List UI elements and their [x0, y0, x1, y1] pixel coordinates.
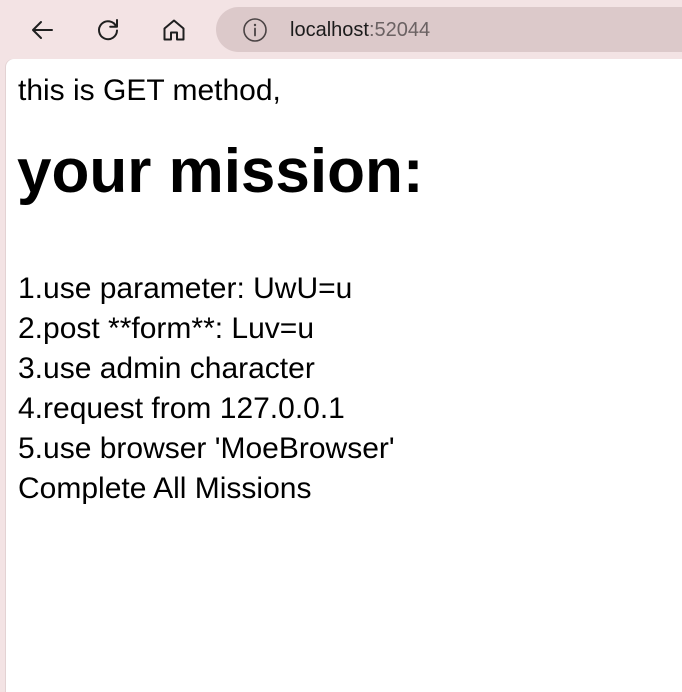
refresh-button[interactable]	[90, 12, 126, 48]
mission-item: 2.post **form**: Luv=u	[18, 312, 315, 345]
mission-item: 1.use parameter: UwU=u	[18, 272, 353, 305]
back-arrow-icon	[32, 21, 53, 39]
mission-status: Complete All Missions	[18, 472, 312, 505]
refresh-icon	[98, 19, 118, 41]
home-button[interactable]	[156, 12, 192, 48]
mission-item: 3.use admin character	[18, 352, 315, 385]
url-host: localhost	[290, 19, 369, 41]
url-text[interactable]: localhost:52044	[290, 18, 430, 42]
page-body: this is GET method, your mission: 1.use …	[17, 71, 424, 509]
page-content: this is GET method, your mission: 1.use …	[6, 59, 682, 692]
browser-toolbar: localhost:52044	[0, 0, 682, 60]
mission-heading: your mission:	[17, 137, 424, 206]
intro-text: this is GET method,	[18, 74, 281, 107]
url-port: :52044	[368, 19, 431, 41]
mission-item: 4.request from 127.0.0.1	[18, 392, 345, 425]
mission-item: 5.use browser 'MoeBrowser'	[18, 432, 395, 465]
address-bar[interactable]: localhost:52044	[216, 7, 682, 52]
back-button[interactable]	[24, 12, 60, 48]
home-icon	[163, 19, 185, 41]
mission-list: 1.use parameter: UwU=u 2.post **form**: …	[18, 269, 424, 509]
info-icon[interactable]	[242, 17, 268, 43]
